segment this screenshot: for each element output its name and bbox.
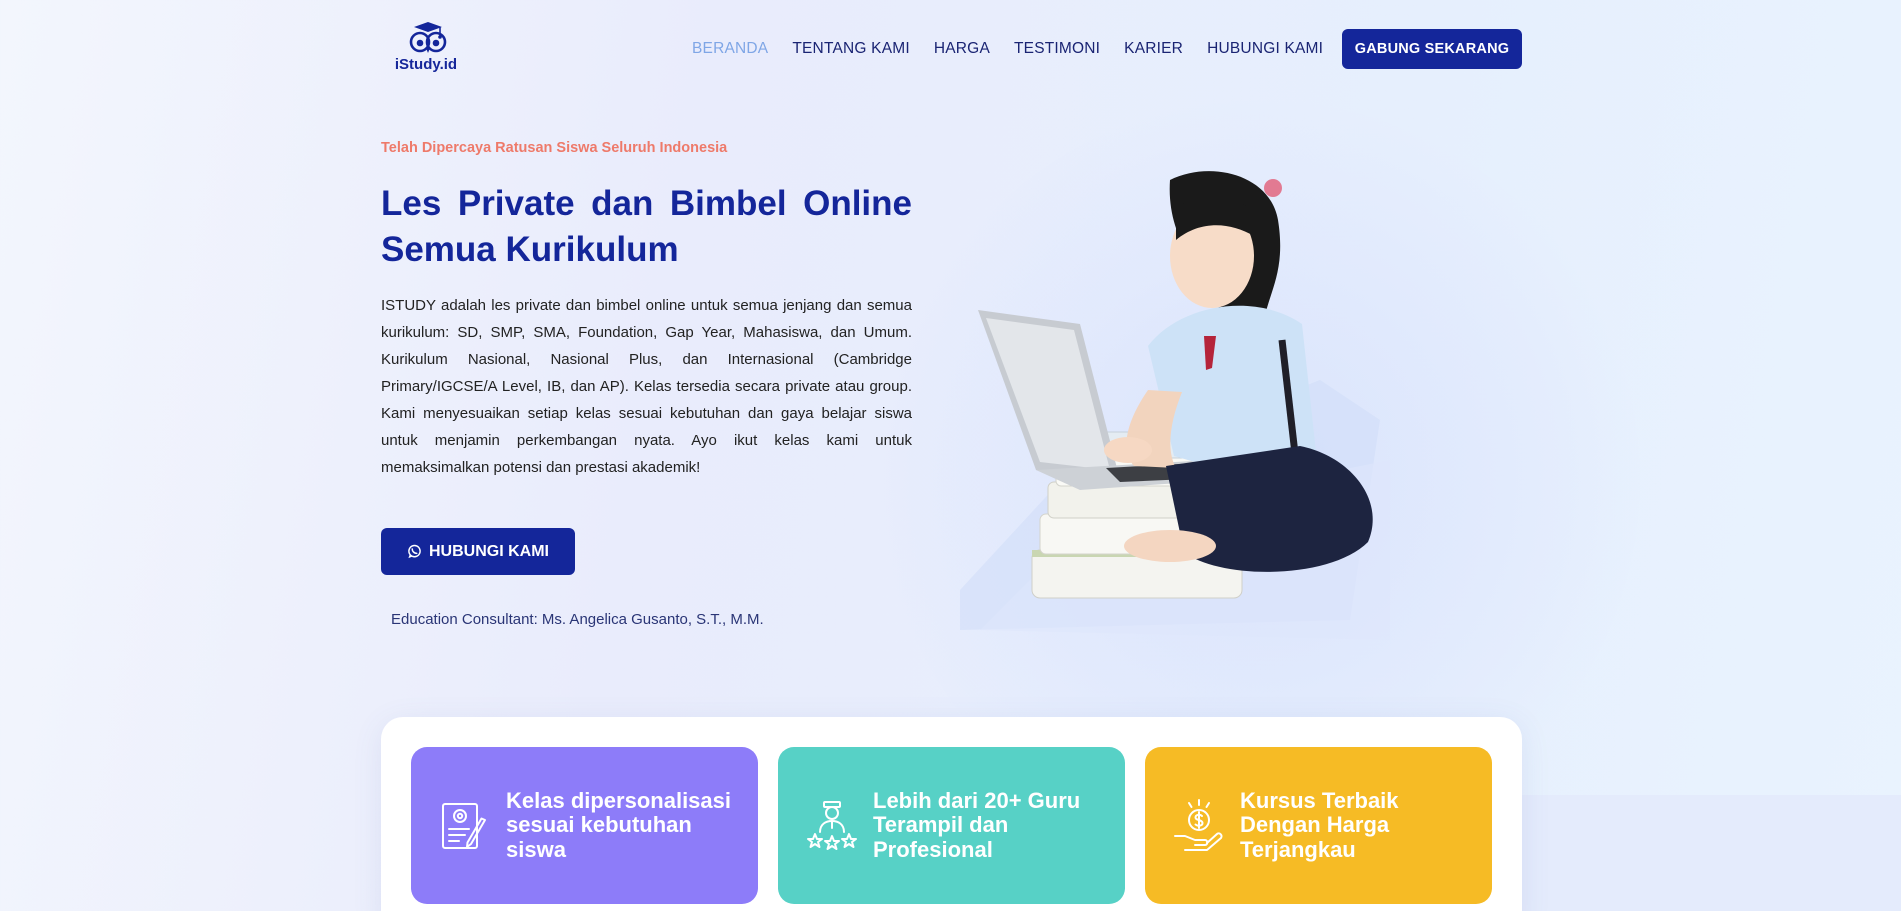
whatsapp-icon bbox=[408, 544, 421, 559]
hero-section: Telah Dipercaya Ratusan Siswa Seluruh In… bbox=[381, 140, 912, 481]
nav-item-harga[interactable]: HARGA bbox=[934, 38, 990, 60]
nav-item-tentang-kami[interactable]: TENTANG KAMI bbox=[792, 38, 910, 60]
feature-card-teachers: Lebih dari 20+ Guru Terampil dan Profesi… bbox=[778, 747, 1125, 904]
teacher-icon bbox=[807, 800, 857, 850]
education-consultant: Education Consultant: Ms. Angelica Gusan… bbox=[391, 611, 764, 628]
nav-item-beranda[interactable]: BERANDA bbox=[692, 38, 768, 60]
hero-title: Les Private dan Bimbel Online Semua Kuri… bbox=[381, 184, 912, 269]
feature-card-price: Kursus Terbaik Dengan Harga Terjangkau bbox=[1145, 747, 1492, 904]
nav-item-testimoni[interactable]: TESTIMONI bbox=[1014, 38, 1100, 60]
feature-text-price: Kursus Terbaik Dengan Harga Terjangkau bbox=[1240, 787, 1399, 862]
student-laptop-illustration bbox=[960, 171, 1390, 640]
features-panel: Kelas dipersonalisasi sesuai kebutuhan s… bbox=[381, 717, 1522, 911]
feature-text-personalized: Kelas dipersonalisasi sesuai kebutuhan s… bbox=[506, 787, 731, 862]
feature-card-personalized: Kelas dipersonalisasi sesuai kebutuhan s… bbox=[411, 747, 758, 904]
owl-logo-icon bbox=[409, 22, 447, 53]
main-nav: BERANDA TENTANG KAMI HARGA TESTIMONI KAR… bbox=[692, 38, 1323, 60]
join-now-button[interactable]: GABUNG SEKARANG bbox=[1342, 29, 1522, 69]
hero-description: ISTUDY adalah les private dan bimbel onl… bbox=[381, 297, 912, 476]
feature-text-teachers: Lebih dari 20+ Guru Terampil dan Profesi… bbox=[873, 787, 1081, 862]
contact-us-label: HUBUNGI KAMI bbox=[429, 542, 549, 560]
brand-name: iStudy.id bbox=[394, 56, 458, 73]
price-coin-icon bbox=[1174, 798, 1223, 851]
logo[interactable]: iStudy.id bbox=[390, 18, 462, 78]
contact-us-button[interactable]: HUBUNGI KAMI bbox=[381, 528, 575, 575]
hero-tagline: Telah Dipercaya Ratusan Siswa Seluruh In… bbox=[381, 140, 728, 156]
site-header: iStudy.id BERANDA TENTANG KAMI HARGA TES… bbox=[0, 0, 1901, 96]
nav-item-hubungi-kami[interactable]: HUBUNGI KAMI bbox=[1207, 38, 1323, 60]
nav-item-karier[interactable]: KARIER bbox=[1124, 38, 1183, 60]
personalized-class-icon bbox=[442, 802, 486, 849]
background-band bbox=[1500, 795, 1901, 911]
